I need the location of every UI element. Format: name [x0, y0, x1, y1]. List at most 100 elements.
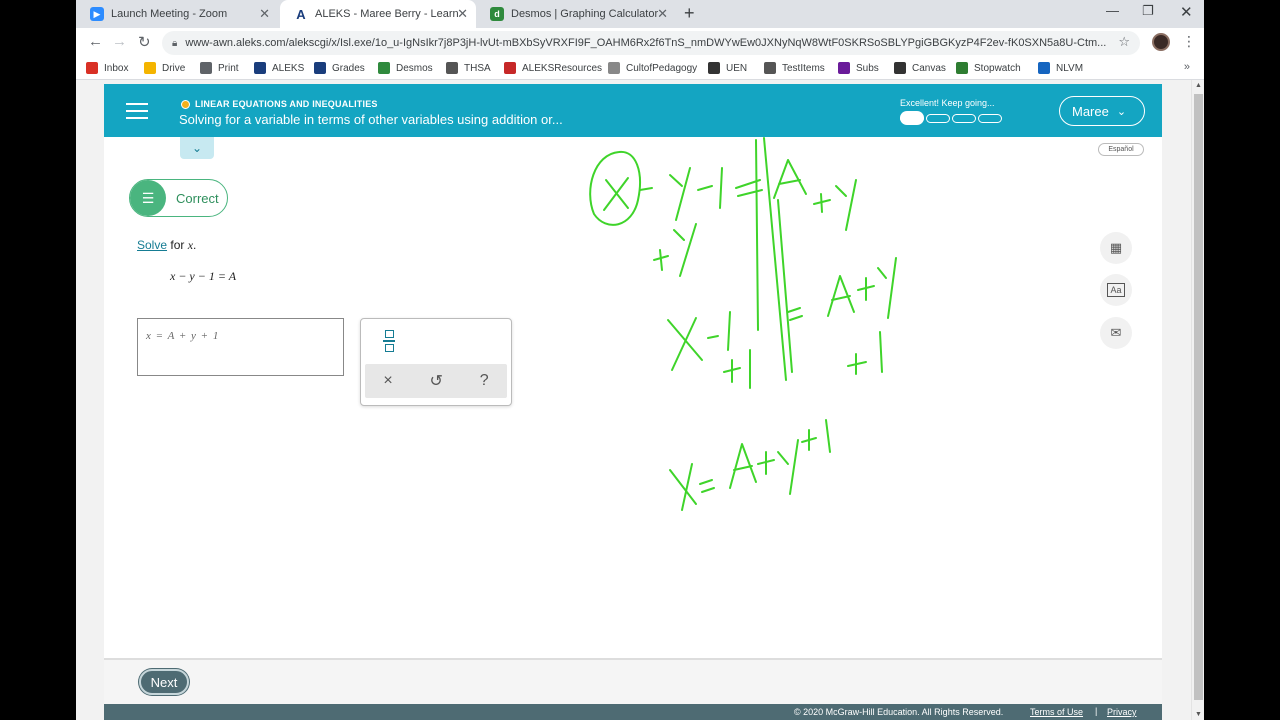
- address-bar[interactable]: 🔒︎ www-awn.aleks.com/alekscgi/x/Isl.exe/…: [162, 31, 1140, 55]
- bookmark-label: ALEKS: [272, 62, 305, 74]
- tab-aleks[interactable]: A ALEKS - Maree Berry - Learn ✕: [280, 0, 476, 28]
- minimize-icon[interactable]: —: [1106, 3, 1119, 18]
- copyright-text: © 2020 McGraw-Hill Education. All Rights…: [794, 707, 1004, 717]
- aleks-icon: A: [294, 7, 308, 22]
- feedback-chat-icon: ☰: [130, 180, 166, 216]
- profile-avatar[interactable]: [1152, 33, 1170, 51]
- lock-icon: 🔒︎: [172, 37, 178, 49]
- aleks-app: LINEAR EQUATIONS AND INEQUALITIES Solvin…: [104, 84, 1162, 720]
- bookmark-nlvm[interactable]: NLVM: [1038, 62, 1083, 74]
- bookmark-stopwatch[interactable]: Stopwatch: [956, 62, 1021, 74]
- close-icon[interactable]: ✕: [657, 6, 668, 22]
- bookmark-label: THSA: [464, 62, 491, 74]
- stopwatch-icon: [956, 62, 968, 74]
- bookmark-subs[interactable]: Subs: [838, 62, 879, 74]
- copyright-bar: © 2020 McGraw-Hill Education. All Rights…: [104, 704, 1162, 720]
- hamburger-menu-icon[interactable]: [126, 103, 148, 119]
- uen-icon: [708, 62, 720, 74]
- back-icon[interactable]: ←: [88, 33, 103, 50]
- header-bar: LINEAR EQUATIONS AND INEQUALITIES Solvin…: [104, 84, 1162, 137]
- correct-label: Correct: [176, 190, 219, 206]
- bookmark-label: Grades: [332, 62, 365, 74]
- url-text: www-awn.aleks.com/alekscgi/x/Isl.exe/1o_…: [185, 37, 1107, 49]
- bookmark-drive[interactable]: Drive: [144, 62, 185, 74]
- bookmark-testitems[interactable]: TestItems: [764, 62, 825, 74]
- user-name: Maree: [1072, 103, 1109, 119]
- thsa-icon: [446, 62, 458, 74]
- bookmark-cultofpedagogy[interactable]: CultofPedagogy: [608, 62, 697, 74]
- collapse-toggle[interactable]: ⌄: [180, 137, 214, 159]
- bookmark-label: Inbox: [104, 62, 129, 74]
- cult-icon: [608, 62, 620, 74]
- problem-prompt: Solve for x.: [137, 238, 196, 253]
- topic-status-dot: [181, 100, 190, 109]
- tab-zoom[interactable]: ▶ Launch Meeting - Zoom ✕: [76, 0, 278, 28]
- correct-badge[interactable]: ☰ Correct: [129, 179, 228, 217]
- privacy-link[interactable]: Privacy: [1107, 707, 1137, 717]
- solve-link[interactable]: Solve: [137, 238, 167, 252]
- tab-desmos[interactable]: d Desmos | Graphing Calculator ✕: [476, 0, 676, 28]
- bookmark-label: TestItems: [782, 62, 825, 74]
- bookmark-label: CultofPedagogy: [626, 62, 698, 74]
- grades-icon: [314, 62, 326, 74]
- bookmark-star-icon[interactable]: ☆: [1118, 34, 1130, 50]
- bookmark-inbox[interactable]: Inbox: [86, 62, 128, 74]
- page-area: LINEAR EQUATIONS AND INEQUALITIES Solvin…: [76, 80, 1204, 720]
- page-scrollbar[interactable]: ▲ ▼: [1191, 80, 1204, 720]
- terms-link[interactable]: Terms of Use: [1030, 707, 1083, 717]
- bookmark-grades[interactable]: Grades: [314, 62, 365, 74]
- fraction-button[interactable]: [383, 330, 395, 354]
- tab-title: Desmos | Graphing Calculator: [511, 8, 659, 20]
- answer-input[interactable]: x = A + y + 1: [137, 318, 344, 376]
- close-icon[interactable]: ✕: [457, 6, 468, 22]
- canvas-icon: [894, 62, 906, 74]
- menu-kebab-icon[interactable]: ⋮: [1182, 33, 1196, 50]
- prompt-middle: for: [167, 238, 188, 252]
- bookmark-canvas[interactable]: Canvas: [894, 62, 946, 74]
- bookmarks-bar: Inbox Drive Print ALEKS Grades Desmos THSA ALEK…: [76, 58, 1204, 80]
- print-icon: [200, 62, 212, 74]
- bookmark-print[interactable]: Print: [200, 62, 239, 74]
- bookmark-uen[interactable]: UEN: [708, 62, 747, 74]
- bookmark-aleks[interactable]: ALEKS: [254, 62, 304, 74]
- subs-icon: [838, 62, 850, 74]
- zoom-icon: ▶: [90, 7, 104, 21]
- mail-icon[interactable]: ✉: [1100, 317, 1132, 349]
- bookmark-label: Subs: [856, 62, 879, 74]
- tab-strip: ▶ Launch Meeting - Zoom ✕ A ALEKS - Mare…: [76, 0, 1204, 28]
- maximize-icon[interactable]: ❐: [1142, 3, 1154, 19]
- forward-icon[interactable]: →: [112, 33, 127, 50]
- more-bookmarks-icon[interactable]: »: [1184, 61, 1190, 73]
- progress-fill: [900, 111, 924, 125]
- browser-window: ▶ Launch Meeting - Zoom ✕ A ALEKS - Mare…: [76, 0, 1204, 720]
- next-button[interactable]: Next: [139, 669, 189, 695]
- close-window-icon[interactable]: ✕: [1180, 3, 1193, 21]
- topic-title[interactable]: Solving for a variable in terms of other…: [179, 112, 563, 127]
- bookmark-desmos[interactable]: Desmos: [378, 62, 433, 74]
- tool-row: × ↺ ?: [365, 364, 507, 398]
- bookmark-thsa[interactable]: THSA: [446, 62, 491, 74]
- clear-button[interactable]: ×: [383, 372, 392, 390]
- browser-toolbar: ← → ↻ 🔒︎ www-awn.aleks.com/alekscgi/x/Is…: [76, 28, 1204, 58]
- bookmark-label: Desmos: [396, 62, 433, 74]
- bookmark-aleksresources[interactable]: ALEKSResources: [504, 62, 602, 74]
- bookmark-label: NLVM: [1056, 62, 1084, 74]
- close-icon[interactable]: ✕: [259, 6, 270, 22]
- problem-equation: x − y − 1 = A: [170, 269, 237, 283]
- footer-bar: Next: [104, 658, 1162, 704]
- new-tab-button[interactable]: +: [684, 3, 695, 24]
- dictionary-icon[interactable]: Aa: [1100, 274, 1132, 306]
- calculator-icon[interactable]: ▦: [1100, 232, 1132, 264]
- undo-button[interactable]: ↺: [430, 371, 443, 391]
- tab-title: ALEKS - Maree Berry - Learn: [315, 8, 459, 20]
- tab-title: Launch Meeting - Zoom: [111, 8, 228, 20]
- reload-icon[interactable]: ↻: [138, 33, 151, 51]
- help-button[interactable]: ?: [480, 372, 489, 390]
- language-toggle[interactable]: Español: [1098, 143, 1144, 156]
- bookmark-label: Canvas: [912, 62, 946, 74]
- user-menu-button[interactable]: Maree ⌄: [1059, 96, 1145, 126]
- bookmark-label: Stopwatch: [974, 62, 1021, 74]
- bookmark-label: UEN: [726, 62, 748, 74]
- math-toolbar: × ↺ ?: [360, 318, 512, 406]
- mcgraw-hill-icon: [504, 62, 516, 74]
